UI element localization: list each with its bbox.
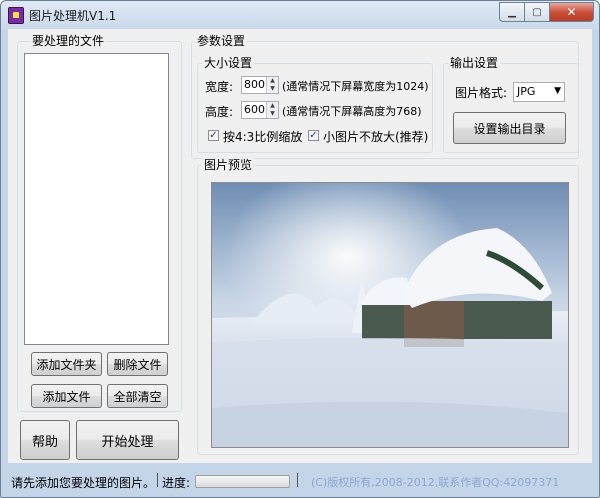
height-stepper[interactable]: 600 ▲ ▼ [241,101,279,119]
keep-ratio-checkbox[interactable]: ✓ [208,130,219,141]
clear-all-button[interactable]: 全部清空 [107,384,168,408]
preview-group-legend: 图片预览 [202,158,255,172]
files-group-legend: 要处理的文件 [30,34,107,48]
format-select[interactable]: JPG ▼ [513,82,565,102]
height-hint: (通常情况下屏幕高度为768) [282,105,422,118]
spin-down-icon[interactable]: ▼ [267,85,278,93]
start-button[interactable]: 开始处理 [76,420,179,460]
copyright-text: (C)版权所有,2008-2012,联系作者QQ:42097371 [311,476,560,489]
progress-label: 进度: [162,476,191,490]
check-icon: ✓ [209,130,218,141]
add-file-button[interactable]: 添加文件 [31,384,102,408]
height-stepper-arrows[interactable]: ▲ ▼ [266,102,278,118]
close-icon: ✕ [566,5,577,19]
size-group-legend: 大小设置 [202,56,255,70]
app-icon [8,7,24,24]
height-label: 高度: [205,105,234,119]
width-stepper[interactable]: 800 ▲ ▼ [241,76,279,94]
status-message: 请先添加您要处理的图片。 [11,476,156,490]
params-group-legend: 参数设置 [195,34,248,48]
format-value: JPG [517,85,536,98]
width-value: 800 [244,78,265,91]
no-upscale-checkbox[interactable]: ✓ [308,130,319,141]
spin-down-icon[interactable]: ▼ [267,110,278,118]
help-button[interactable]: 帮助 [20,420,70,460]
minimize-icon: ▁ [508,6,516,18]
delete-file-button[interactable]: 删除文件 [107,352,168,376]
file-list[interactable] [24,53,169,345]
output-group-legend: 输出设置 [448,56,501,70]
add-folder-button[interactable]: 添加文件夹 [31,352,102,376]
image-preview [211,182,569,448]
progress-bar [195,475,290,488]
close-button[interactable]: ✕ [550,2,594,22]
status-separator [297,473,298,487]
no-upscale-label: 小图片不放大(推荐) [323,130,429,144]
window-title: 图片处理机V1.1 [29,9,117,23]
height-value: 600 [244,103,265,116]
title-bar[interactable]: 图片处理机V1.1 ▁ ▢ ✕ [1,1,599,29]
maximize-icon: ▢ [532,6,542,18]
keep-ratio-label: 按4:3比例缩放 [223,130,303,144]
set-output-dir-button[interactable]: 设置输出目录 [453,112,566,144]
status-separator [157,473,158,487]
format-label: 图片格式: [455,86,508,100]
width-stepper-arrows[interactable]: ▲ ▼ [266,77,278,93]
spin-up-icon[interactable]: ▲ [267,77,278,85]
maximize-button[interactable]: ▢ [525,2,550,22]
status-bar: 请先添加您要处理的图片。 进度: (C)版权所有,2008-2012,联系作者Q… [1,469,599,493]
spin-up-icon[interactable]: ▲ [267,102,278,110]
width-label: 宽度: [205,80,234,94]
minimize-button[interactable]: ▁ [499,2,525,22]
app-window: 图片处理机V1.1 ▁ ▢ ✕ 要处理的文件 添加文件夹 删除文件 添加文件 全… [0,0,600,498]
window-controls: ▁ ▢ ✕ [499,2,594,22]
snow-cottage-photo [212,183,568,447]
width-hint: (通常情况下屏幕宽度为1024) [282,80,429,93]
check-icon: ✓ [309,130,318,141]
chevron-down-icon[interactable]: ▼ [554,86,561,96]
